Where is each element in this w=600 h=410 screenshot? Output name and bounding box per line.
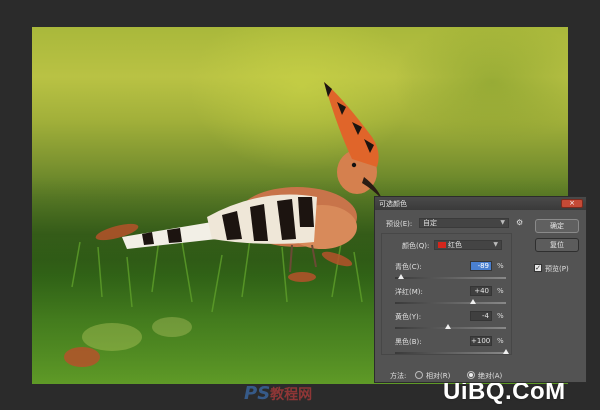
yellow-unit: % bbox=[497, 312, 504, 320]
magenta-slider-track[interactable] bbox=[395, 302, 506, 304]
magenta-label: 洋红(M): bbox=[395, 288, 423, 296]
color-swatch bbox=[438, 242, 446, 248]
yellow-label: 黄色(Y): bbox=[395, 313, 422, 321]
preset-select[interactable]: 自定 ▼ bbox=[419, 218, 509, 228]
cyan-slider-thumb[interactable] bbox=[398, 274, 405, 279]
chevron-down-icon: ▼ bbox=[500, 219, 505, 226]
cyan-value-input[interactable]: -89 bbox=[470, 261, 492, 271]
ps-logo-text: PS bbox=[244, 383, 271, 404]
absolute-label: 绝对(A) bbox=[478, 372, 503, 380]
colors-select[interactable]: 红色 ▼ bbox=[434, 240, 502, 250]
ps-cn-text: 教程网 bbox=[270, 387, 313, 403]
absolute-radio[interactable] bbox=[467, 371, 475, 379]
preset-label: 预设(E): bbox=[386, 220, 413, 228]
black-slider-thumb[interactable] bbox=[503, 349, 509, 354]
black-value-input[interactable]: +100 bbox=[470, 336, 492, 346]
preview-label: 预览(P) bbox=[545, 265, 569, 273]
black-slider-track[interactable] bbox=[395, 352, 506, 354]
colors-value: 红色 bbox=[448, 241, 462, 249]
selective-color-dialog: 可选颜色 × 预设(E): 自定 ▼ ⚙ 颜色(Q): 红色 ▼ 青色(C): … bbox=[374, 196, 587, 383]
black-unit: % bbox=[497, 337, 504, 345]
reset-button[interactable]: 复位 bbox=[535, 238, 579, 252]
yellow-slider-thumb[interactable] bbox=[445, 324, 452, 329]
check-icon: ✓ bbox=[535, 264, 541, 272]
dialog-title: 可选颜色 bbox=[379, 199, 407, 208]
cyan-label: 青色(C): bbox=[395, 263, 422, 271]
close-icon: × bbox=[569, 199, 575, 207]
black-label: 黑色(B): bbox=[395, 338, 422, 346]
gear-icon[interactable]: ⚙ bbox=[516, 218, 526, 228]
preview-checkbox[interactable]: ✓ bbox=[534, 264, 542, 272]
colors-label: 颜色(Q): bbox=[402, 242, 430, 250]
dialog-title-bar[interactable]: 可选颜色 bbox=[375, 197, 586, 210]
ok-button[interactable]: 确定 bbox=[535, 219, 579, 233]
magenta-unit: % bbox=[497, 287, 504, 295]
yellow-value-input[interactable]: -4 bbox=[470, 311, 492, 321]
cyan-slider-track[interactable] bbox=[395, 277, 506, 279]
preset-value: 自定 bbox=[423, 219, 437, 227]
cyan-unit: % bbox=[497, 262, 504, 270]
relative-radio[interactable] bbox=[415, 371, 423, 379]
ps-watermark: PS教程网 bbox=[244, 383, 312, 404]
method-label: 方法: bbox=[390, 372, 407, 380]
magenta-value-input[interactable]: +40 bbox=[470, 286, 492, 296]
chevron-down-icon: ▼ bbox=[493, 241, 498, 248]
close-button[interactable]: × bbox=[561, 199, 583, 208]
relative-label: 相对(R) bbox=[426, 372, 451, 380]
magenta-slider-thumb[interactable] bbox=[469, 299, 476, 304]
